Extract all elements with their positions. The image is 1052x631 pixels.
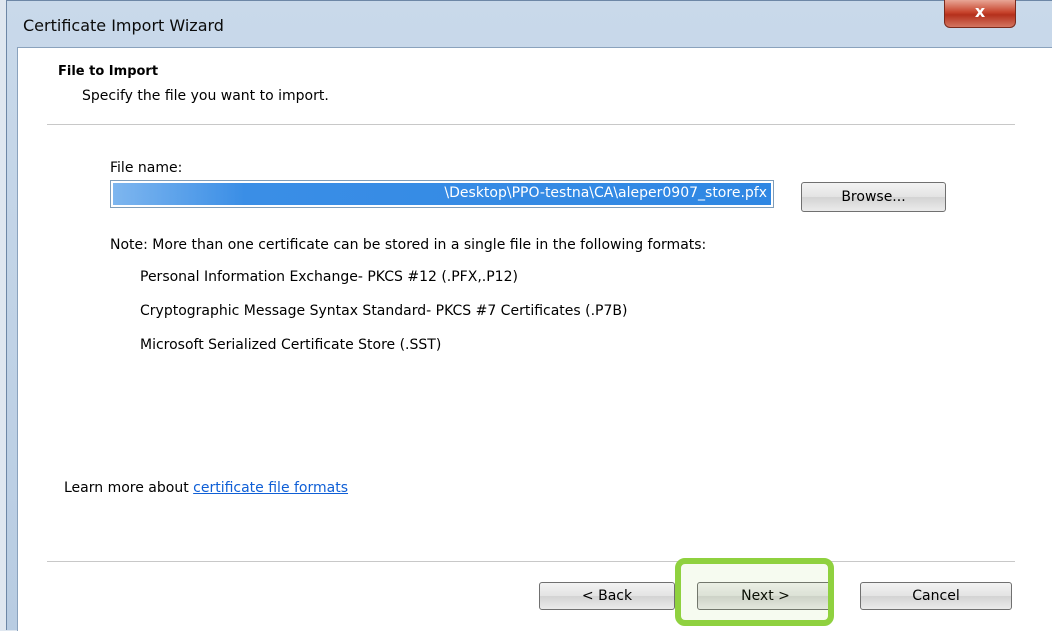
title-bar: Certificate Import Wizard x	[7, 0, 1052, 47]
learn-more-text: Learn more about certificate file format…	[64, 480, 348, 496]
window-title: Certificate Import Wizard	[23, 16, 224, 35]
format-item: Microsoft Serialized Certificate Store (…	[140, 337, 442, 353]
certificate-formats-link[interactable]: certificate file formats	[193, 480, 348, 496]
format-item: Cryptographic Message Syntax Standard- P…	[140, 303, 628, 319]
page-subtitle: Specify the file you want to import.	[82, 88, 329, 104]
back-button[interactable]: < Back	[539, 582, 675, 610]
footer-divider	[47, 561, 1015, 562]
browse-button[interactable]: Browse...	[801, 182, 946, 212]
next-button-highlight	[675, 558, 834, 626]
format-item: Personal Information Exchange- PKCS #12 …	[140, 269, 518, 285]
close-button[interactable]: x	[944, 0, 1016, 28]
file-path-value: \Desktop\PPO-testna\CA\aleper0907_store.…	[444, 185, 767, 201]
file-name-label: File name:	[110, 160, 183, 176]
close-icon: x	[974, 2, 986, 21]
formats-note: Note: More than one certificate can be s…	[110, 237, 707, 253]
header-divider	[47, 124, 1015, 125]
page-title: File to Import	[58, 64, 159, 79]
learn-more-prefix: Learn more about	[64, 480, 194, 496]
file-name-input[interactable]: \Desktop\PPO-testna\CA\aleper0907_store.…	[110, 180, 774, 208]
cancel-button[interactable]: Cancel	[860, 582, 1012, 610]
